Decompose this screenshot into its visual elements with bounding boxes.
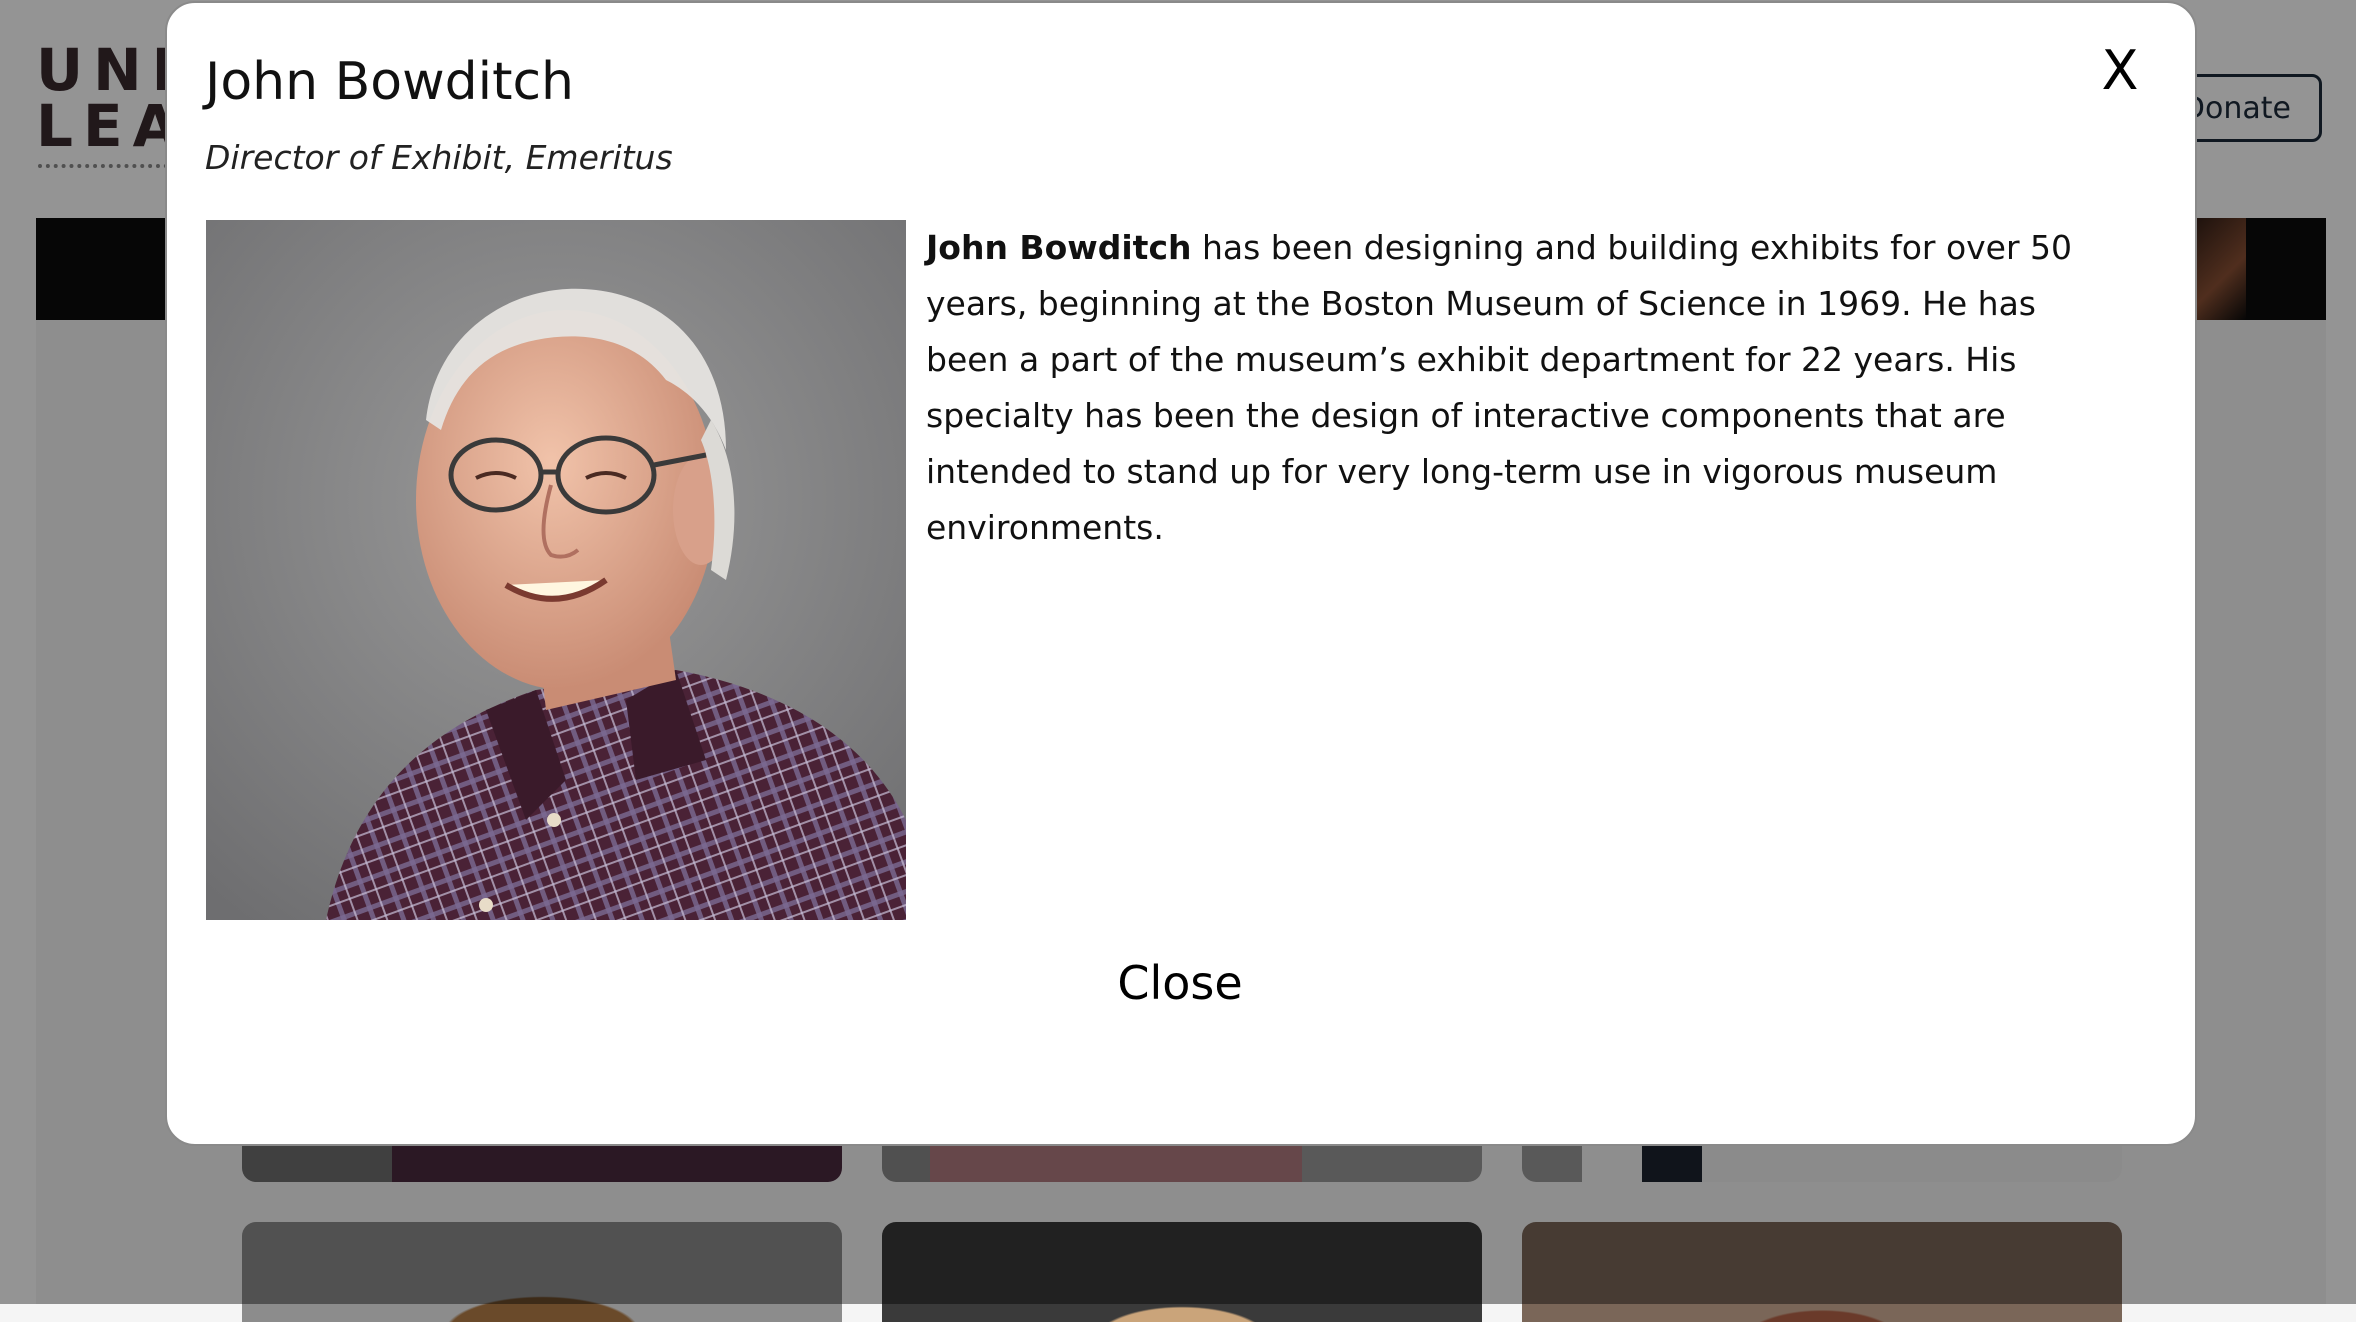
staff-name-heading: John Bowditch	[205, 52, 575, 112]
staff-bio-text: John Bowditch has been designing and bui…	[926, 220, 2126, 556]
staff-portrait-photo	[206, 220, 906, 920]
modal-close-button[interactable]: Close	[1080, 948, 1280, 1018]
bio-body: has been designing and building exhibits…	[926, 228, 2073, 547]
modal-close-x-button[interactable]: X	[2094, 36, 2146, 106]
staff-job-title: Director of Exhibit, Emeritus	[205, 138, 673, 177]
bio-name-bold: John Bowditch	[926, 228, 1192, 267]
